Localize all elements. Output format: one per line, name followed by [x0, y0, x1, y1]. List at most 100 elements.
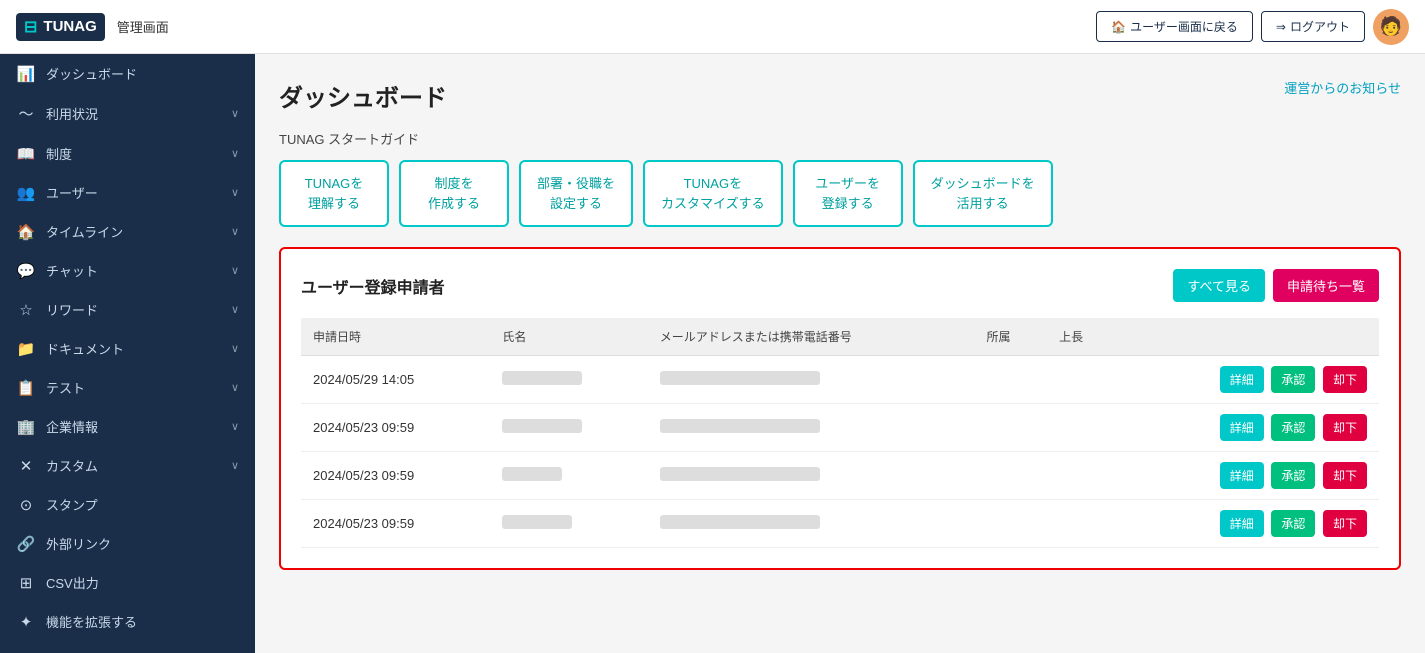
sidebar-item-stamp[interactable]: ⊙ スタンプ: [0, 485, 255, 524]
sidebar-item-label: テスト: [46, 378, 85, 397]
col-manager: 上長: [1047, 318, 1120, 356]
chevron-icon: ∨: [231, 459, 239, 472]
detail-button[interactable]: 詳細: [1220, 510, 1264, 537]
cell-manager: [1047, 452, 1120, 500]
sidebar-item-external[interactable]: 🔗 外部リンク: [0, 524, 255, 563]
reject-button[interactable]: 却下: [1323, 366, 1367, 393]
cell-name: [490, 500, 647, 548]
sidebar-item-document[interactable]: 📁 ドキュメント ∨: [0, 329, 255, 368]
detail-button[interactable]: 詳細: [1220, 414, 1264, 441]
cell-date: 2024/05/23 09:59: [301, 404, 490, 452]
guide-btn-customize[interactable]: TUNAGを カスタマイズする: [643, 160, 783, 227]
chevron-icon: ∨: [231, 225, 239, 238]
cell-actions: 詳細 承認 却下: [1120, 452, 1379, 500]
detail-button[interactable]: 詳細: [1220, 366, 1264, 393]
custom-icon: ✕: [16, 457, 36, 475]
avatar: 🧑: [1373, 9, 1409, 45]
pending-list-button[interactable]: 申請待ち一覧: [1273, 269, 1379, 302]
sidebar-item-help[interactable]: ? ヘルプセンター: [0, 641, 255, 653]
extend-icon: ✦: [16, 613, 36, 631]
main-content: ダッシュボード 運営からのお知らせ TUNAG スタートガイド TUNAGを 理…: [255, 54, 1425, 653]
sidebar-item-csv[interactable]: ⊞ CSV出力: [0, 563, 255, 602]
cell-manager: [1047, 404, 1120, 452]
see-all-button[interactable]: すべて見る: [1173, 269, 1265, 302]
cell-dept: [975, 500, 1048, 548]
cell-contact: [648, 452, 975, 500]
cell-name: [490, 356, 647, 404]
guide-btn-register-user[interactable]: ユーザーを 登録する: [793, 160, 903, 227]
test-icon: 📋: [16, 379, 36, 397]
sidebar: 📊 ダッシュボード 〜 利用状況 ∨ 📖 制度 ∨ 👥 ユーザー ∨: [0, 54, 255, 653]
chevron-icon: ∨: [231, 264, 239, 277]
sidebar-item-label: ドキュメント: [46, 339, 124, 358]
guide-btn-understand[interactable]: TUNAGを 理解する: [279, 160, 389, 227]
approve-button[interactable]: 承認: [1271, 366, 1315, 393]
sidebar-item-custom[interactable]: ✕ カスタム ∨: [0, 446, 255, 485]
sidebar-item-label: タイムライン: [46, 222, 123, 241]
col-name: 氏名: [490, 318, 647, 356]
sidebar-item-company[interactable]: 🏢 企業情報 ∨: [0, 407, 255, 446]
guide-btn-use-dashboard[interactable]: ダッシュボードを 活用する: [913, 160, 1053, 227]
chevron-icon: ∨: [231, 303, 239, 316]
dashboard-icon: 📊: [16, 65, 36, 83]
approve-button[interactable]: 承認: [1271, 462, 1315, 489]
page-title: ダッシュボード: [279, 78, 447, 113]
page-header: ダッシュボード 運営からのお知らせ: [279, 78, 1401, 113]
detail-button[interactable]: 詳細: [1220, 462, 1264, 489]
approve-button[interactable]: 承認: [1271, 510, 1315, 537]
guide-btn-create-system[interactable]: 制度を 作成する: [399, 160, 509, 227]
reject-button[interactable]: 却下: [1323, 414, 1367, 441]
user-screen-button[interactable]: 🏠 ユーザー画面に戻る: [1096, 11, 1253, 42]
approve-button[interactable]: 承認: [1271, 414, 1315, 441]
sidebar-item-extend[interactable]: ✦ 機能を拡張する: [0, 602, 255, 641]
section-header: ユーザー登録申請者 すべて見る 申請待ち一覧: [301, 269, 1379, 302]
sidebar-item-chat[interactable]: 💬 チャット ∨: [0, 251, 255, 290]
sidebar-item-label: 外部リンク: [46, 534, 111, 553]
reject-button[interactable]: 却下: [1323, 510, 1367, 537]
cell-contact: [648, 356, 975, 404]
sidebar-item-dashboard[interactable]: 📊 ダッシュボード: [0, 54, 255, 93]
logout-button[interactable]: ⇒ ログアウト: [1261, 11, 1365, 42]
sidebar-item-label: 企業情報: [46, 417, 98, 436]
sidebar-item-users[interactable]: 👥 ユーザー ∨: [0, 173, 255, 212]
table-row: 2024/05/23 09:59 詳細 承認 却下: [301, 500, 1379, 548]
sidebar-item-usage[interactable]: 〜 利用状況 ∨: [0, 93, 255, 134]
logo-box: ⊟ TUNAG: [16, 13, 105, 41]
sidebar-item-label: カスタム: [46, 456, 98, 475]
sidebar-item-test[interactable]: 📋 テスト ∨: [0, 368, 255, 407]
header: ⊟ TUNAG 管理画面 🏠 ユーザー画面に戻る ⇒ ログアウト 🧑: [0, 0, 1425, 54]
chevron-icon: ∨: [231, 420, 239, 433]
cell-actions: 詳細 承認 却下: [1120, 356, 1379, 404]
usage-icon: 〜: [16, 103, 36, 124]
sidebar-item-timeline[interactable]: 🏠 タイムライン ∨: [0, 212, 255, 251]
registration-section: ユーザー登録申請者 すべて見る 申請待ち一覧 申請日時 氏名 メールアドレスまた…: [279, 247, 1401, 570]
reject-button[interactable]: 却下: [1323, 462, 1367, 489]
chevron-icon: ∨: [231, 147, 239, 160]
sidebar-item-reward[interactable]: ☆ リワード ∨: [0, 290, 255, 329]
chevron-icon: ∨: [231, 342, 239, 355]
cell-manager: [1047, 356, 1120, 404]
logout-icon: ⇒: [1276, 20, 1286, 34]
reward-icon: ☆: [16, 301, 36, 319]
guide-btn-set-dept[interactable]: 部署・役職を 設定する: [519, 160, 633, 227]
system-icon: 📖: [16, 145, 36, 163]
chevron-icon: ∨: [231, 381, 239, 394]
cell-date: 2024/05/23 09:59: [301, 452, 490, 500]
cell-manager: [1047, 500, 1120, 548]
company-icon: 🏢: [16, 418, 36, 436]
cell-dept: [975, 404, 1048, 452]
guide-buttons: TUNAGを 理解する 制度を 作成する 部署・役職を 設定する TUNAGを …: [279, 160, 1401, 227]
cell-actions: 詳細 承認 却下: [1120, 500, 1379, 548]
logo-area: ⊟ TUNAG 管理画面: [16, 13, 169, 41]
news-link[interactable]: 運営からのお知らせ: [1284, 78, 1401, 97]
csv-icon: ⊞: [16, 574, 36, 592]
sidebar-item-system[interactable]: 📖 制度 ∨: [0, 134, 255, 173]
cell-date: 2024/05/29 14:05: [301, 356, 490, 404]
sidebar-item-label: リワード: [46, 300, 98, 319]
sidebar-item-label: チャット: [46, 261, 98, 280]
table-row: 2024/05/29 14:05 詳細 承認 却下: [301, 356, 1379, 404]
logo-text: TUNAG: [43, 18, 96, 35]
cell-name: [490, 404, 647, 452]
chat-icon: 💬: [16, 262, 36, 280]
guide-label: TUNAG スタートガイド: [279, 129, 1401, 148]
